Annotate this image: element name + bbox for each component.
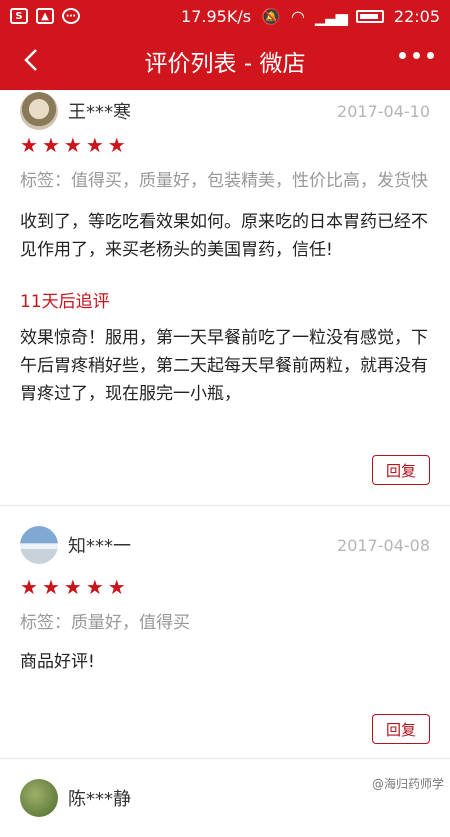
wifi-icon: ◠ xyxy=(291,7,305,26)
star-rating: ★ ★ ★ ★ ★ xyxy=(20,576,430,598)
reply-button[interactable]: 回复 xyxy=(372,455,430,485)
reviewer-name: 王***寒 xyxy=(68,98,131,124)
review-header: 知***一 2017-04-08 xyxy=(20,524,430,566)
review-list: 王***寒 2017-04-10 ★ ★ ★ ★ ★ 标签：值得买，质量好，包装… xyxy=(0,90,450,837)
battery-icon xyxy=(356,10,384,23)
star-icon: ★ xyxy=(20,577,38,597)
gallery-icon: ▲ xyxy=(36,8,54,24)
app-s-icon: S xyxy=(10,8,28,24)
watermark: @海归药师学 xyxy=(372,775,444,792)
star-icon: ★ xyxy=(42,577,60,597)
reply-button[interactable]: 回复 xyxy=(372,714,430,744)
star-icon: ★ xyxy=(108,135,126,155)
review-header: 陈***静 xyxy=(20,777,430,819)
reviewer-name: 陈***静 xyxy=(68,785,131,811)
chevron-left-icon[interactable] xyxy=(14,43,48,77)
review-item: 王***寒 2017-04-10 ★ ★ ★ ★ ★ 标签：值得买，质量好，包装… xyxy=(0,90,450,506)
review-tags: 标签：质量好，值得买 xyxy=(20,606,430,640)
review-date: 2017-04-08 xyxy=(337,536,430,555)
status-bar: S ▲ ⋯ 17.95K/s 🔕 ◠ ▁▃▅ 22:05 xyxy=(0,0,450,32)
star-rating: ★ ★ ★ ★ ★ xyxy=(20,134,430,156)
network-speed: 17.95K/s xyxy=(181,7,251,26)
review-header: 王***寒 2017-04-10 xyxy=(20,90,430,132)
status-left-icons: S ▲ ⋯ xyxy=(10,8,80,24)
more-dots-icon[interactable] xyxy=(399,52,434,59)
nav-bar: 评价列表 - 微店 xyxy=(0,32,450,90)
star-icon: ★ xyxy=(64,577,82,597)
reviewer-name: 知***一 xyxy=(68,532,131,558)
review-tags: 标签：值得买，质量好，包装精美，性价比高，发货快 xyxy=(20,164,430,198)
review-item: 知***一 2017-04-08 ★ ★ ★ ★ ★ 标签：质量好，值得买 商品… xyxy=(0,524,450,759)
star-icon: ★ xyxy=(64,135,82,155)
page-title: 评价列表 - 微店 xyxy=(145,44,306,78)
avatar[interactable] xyxy=(20,779,58,817)
status-right: 17.95K/s 🔕 ◠ ▁▃▅ 22:05 xyxy=(181,7,440,26)
signal-icon: ▁▃▅ xyxy=(315,7,346,26)
star-icon: ★ xyxy=(86,577,104,597)
star-icon: ★ xyxy=(20,135,38,155)
clock: 22:05 xyxy=(394,7,440,26)
avatar[interactable] xyxy=(20,526,58,564)
review-date: 2017-04-10 xyxy=(337,102,430,121)
followup-label: 11天后追评 xyxy=(20,288,430,316)
star-icon: ★ xyxy=(42,135,60,155)
star-icon: ★ xyxy=(86,135,104,155)
mute-icon: 🔕 xyxy=(261,7,281,26)
review-content: 收到了，等吃吃看效果如何。原来吃的日本胃药已经不见作用了，来买老杨头的美国胃药，… xyxy=(20,208,430,264)
more-circle-icon: ⋯ xyxy=(62,8,80,24)
star-icon: ★ xyxy=(108,577,126,597)
avatar[interactable] xyxy=(20,92,58,130)
review-content: 商品好评! xyxy=(20,648,430,676)
followup-content: 效果惊奇！服用，第一天早餐前吃了一粒没有感觉，下午后胃疼稍好些，第二天起每天早餐… xyxy=(20,324,430,408)
